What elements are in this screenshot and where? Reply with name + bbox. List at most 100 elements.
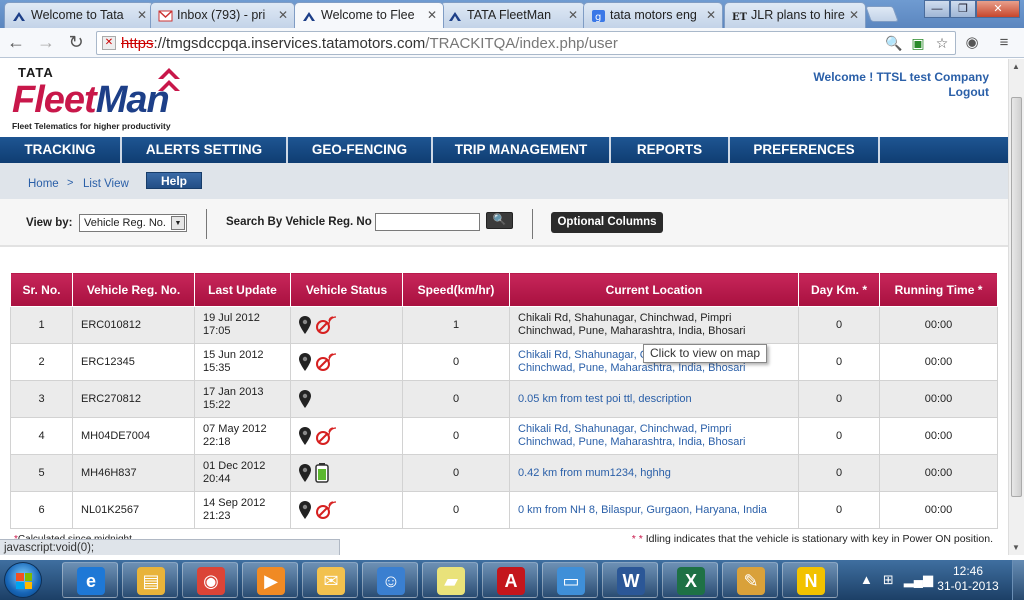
col-running-time[interactable]: Running Time * [879, 272, 998, 307]
taskbar-app-chrome[interactable]: ◉ [182, 562, 238, 598]
address-bar[interactable]: ✕ https://tmgsdccpqa.inservices.tatamoto… [96, 31, 956, 55]
browser-tab[interactable]: TATA FleetMan ✕ [440, 2, 585, 28]
chevron-down-icon[interactable]: ▼ [171, 216, 185, 230]
last-update-time: 15:22 [203, 399, 231, 411]
close-icon[interactable]: ✕ [427, 8, 437, 22]
forward-icon[interactable]: → [36, 33, 56, 53]
close-icon[interactable]: ✕ [568, 8, 578, 22]
network-icon[interactable]: ⊞ [883, 572, 894, 588]
search-input[interactable] [375, 213, 480, 231]
nav-tracking[interactable]: TRACKING [0, 137, 122, 163]
clock[interactable]: 12:46 31-01-2013 [930, 564, 1006, 594]
media-player-icon: ▶ [257, 567, 285, 595]
cell-current-location[interactable]: 0.05 km from test poi ttl, description [509, 380, 799, 418]
col-speed[interactable]: Speed(km/hr) [402, 272, 510, 307]
close-icon[interactable]: ✕ [849, 8, 859, 22]
start-button[interactable] [4, 562, 42, 598]
col-vehicle-reg[interactable]: Vehicle Reg. No. [72, 272, 195, 307]
taskbar-app-outlook[interactable]: ✉ [302, 562, 358, 598]
help-button[interactable]: Help [146, 172, 202, 189]
cell-current-location[interactable]: 0.42 km from mum1234, hghhg [509, 454, 799, 492]
zoom-icon[interactable]: 🔍 [885, 34, 903, 52]
acrobat-icon: A [497, 567, 525, 595]
nav-trip-management[interactable]: TRIP MANAGEMENT [433, 137, 611, 163]
show-desktop-button[interactable] [1012, 560, 1024, 600]
back-icon[interactable]: ← [6, 33, 26, 53]
close-icon[interactable]: ✕ [278, 8, 288, 22]
taskbar-app-paint[interactable]: ✎ [722, 562, 778, 598]
table-row[interactable]: 5 MH46H837 01 Dec 2012 20:44 0 0.42 km from m… [10, 454, 998, 492]
optional-columns-button[interactable]: Optional Columns [551, 212, 663, 233]
taskbar-app-sticky-notes[interactable]: ▰ [422, 562, 478, 598]
location-pin-icon[interactable] [299, 464, 311, 482]
extension-icon[interactable]: ▣ [909, 34, 927, 52]
browser-tab[interactable]: ET JLR plans to hire ✕ [724, 2, 866, 28]
cell-current-location[interactable]: Chikali Rd, Shahunagar, Chinchwad, Pimpr… [509, 306, 799, 344]
view-by-select[interactable]: Vehicle Reg. No. ▼ [79, 214, 187, 232]
messenger-icon: ☺ [377, 567, 405, 595]
reload-icon[interactable]: ↻ [66, 33, 86, 53]
scroll-down-icon[interactable]: ▼ [1012, 543, 1020, 552]
last-update-date: 17 Jan 2013 [203, 386, 264, 398]
table-row[interactable]: 6 NL01K2567 14 Sep 2012 21:23 0 0 km from NH … [10, 491, 998, 529]
taskbar-app-internet-explorer[interactable]: e [62, 562, 118, 598]
close-icon[interactable]: ✕ [137, 8, 147, 22]
tata-fleetman-icon [449, 12, 461, 21]
col-sr-no[interactable]: Sr. No. [10, 272, 73, 307]
table-row[interactable]: 4 MH04DE7004 07 May 2012 22:18 0 Chikali Rd, … [10, 417, 998, 455]
browser-tab[interactable]: Welcome to Tata ✕ [4, 2, 154, 28]
location-pin-icon[interactable] [299, 316, 311, 334]
scroll-thumb[interactable] [1011, 97, 1022, 497]
browser-tab-active[interactable]: Welcome to Flee ✕ [294, 2, 444, 28]
cell-current-location[interactable]: Chikali Rd, Shahunagar, Chinchwad, Pimpr… [509, 417, 799, 455]
table-row[interactable]: 1 ERC010812 19 Jul 2012 17:05 1 Chikali Rd, S… [10, 306, 998, 344]
taskbar-app-media-player[interactable]: ▶ [242, 562, 298, 598]
excel-icon: X [677, 567, 705, 595]
menu-wrench-icon[interactable]: ≡ [994, 33, 1014, 53]
remote-desktop-icon: ▭ [557, 567, 585, 595]
location-pin-icon[interactable] [299, 427, 311, 445]
location-pin-icon[interactable] [299, 501, 311, 519]
col-current-location[interactable]: Current Location [509, 272, 799, 307]
table-row[interactable]: 2 ERC12345 15 Jun 2012 15:35 0 Chikali Rd, Sh… [10, 343, 998, 381]
col-day-km[interactable]: Day Km. * [798, 272, 880, 307]
taskbar-app-word[interactable]: W [602, 562, 658, 598]
nav-geo-fencing[interactable]: GEO-FENCING [288, 137, 433, 163]
restore-icon[interactable]: ❐ [950, 0, 976, 18]
table-row[interactable]: 3 ERC270812 17 Jan 2013 15:22 0 0.05 km from … [10, 380, 998, 418]
window-close-icon[interactable]: ✕ [976, 0, 1020, 18]
bookmark-star-icon[interactable]: ☆ [933, 34, 951, 52]
logout-link[interactable]: Logout [813, 85, 989, 100]
close-icon[interactable]: ✕ [706, 8, 716, 22]
scroll-up-icon[interactable]: ▲ [1012, 62, 1020, 71]
file-explorer-icon: ▤ [137, 567, 165, 595]
nav-preferences[interactable]: PREFERENCES [730, 137, 880, 163]
taskbar-app-messenger[interactable]: ☺ [362, 562, 418, 598]
breadcrumb-list-view[interactable]: List View [83, 178, 129, 190]
location-pin-icon[interactable] [299, 353, 311, 371]
taskbar-app-remote-desktop[interactable]: ▭ [542, 562, 598, 598]
taskbar-app-norton[interactable]: N [782, 562, 838, 598]
page-scrollbar[interactable]: ▲ ▼ [1008, 59, 1024, 555]
browser-tab[interactable]: g tata motors eng ✕ [583, 2, 723, 28]
fleetman-logo[interactable]: TATA FleetMan Fleet Telematics for highe… [12, 65, 192, 131]
eye-extension-icon[interactable]: ◉ [962, 33, 982, 53]
new-tab-button[interactable] [865, 6, 899, 22]
col-last-update[interactable]: Last Update [194, 272, 291, 307]
insecure-lock-icon[interactable]: ✕ [102, 36, 116, 50]
nav-alerts-setting[interactable]: ALERTS SETTING [122, 137, 288, 163]
taskbar-app-acrobat[interactable]: A [482, 562, 538, 598]
taskbar-app-file-explorer[interactable]: ▤ [122, 562, 178, 598]
taskbar-app-excel[interactable]: X [662, 562, 718, 598]
minimize-icon[interactable]: — [924, 0, 950, 18]
tray-expand-icon[interactable]: ▲ [860, 572, 873, 588]
search-button[interactable]: 🔍 [486, 212, 513, 229]
cell-current-location[interactable]: 0 km from NH 8, Bilaspur, Gurgaon, Harya… [509, 491, 799, 529]
paint-icon: ✎ [737, 567, 765, 595]
signal-icon[interactable]: ▂▄▆ [904, 572, 933, 588]
nav-reports[interactable]: REPORTS [611, 137, 730, 163]
col-vehicle-status[interactable]: Vehicle Status [290, 272, 403, 307]
breadcrumb-home[interactable]: Home [28, 178, 59, 190]
location-pin-icon[interactable] [299, 390, 311, 408]
browser-tab[interactable]: Inbox (793) - pri ✕ [150, 2, 295, 28]
